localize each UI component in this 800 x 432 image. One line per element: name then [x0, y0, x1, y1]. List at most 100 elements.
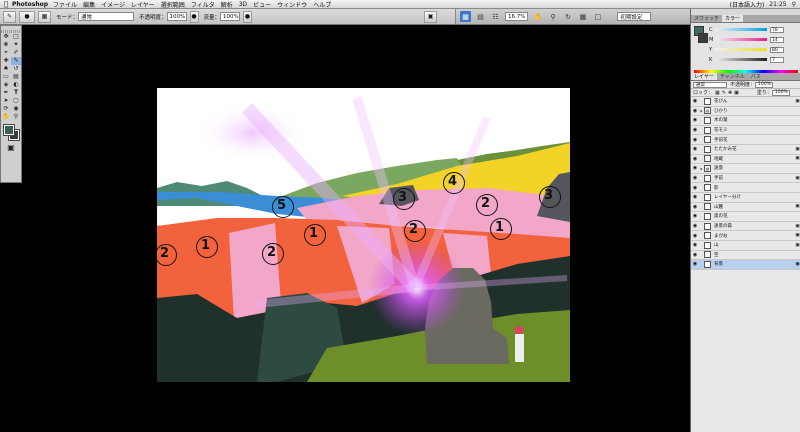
menu-view[interactable]: ビュー [253, 0, 271, 9]
visibility-eye-icon[interactable]: ◉ [691, 146, 699, 152]
shape-tool-icon[interactable]: ▢ [11, 97, 21, 105]
brush-tool-icon[interactable]: ✎ [11, 57, 21, 65]
layer-row[interactable]: ◉ たたかみ花 ▣ [691, 145, 800, 155]
view-extras-button[interactable]: ☷ [490, 11, 501, 22]
c-slider-track[interactable] [715, 28, 767, 31]
visibility-eye-icon[interactable]: ◉ [691, 194, 699, 200]
layer-row[interactable]: ◉ 花モミ [691, 126, 800, 136]
clock[interactable]: 21:25 [769, 1, 786, 8]
layer-row[interactable]: ◉ 手前花 [691, 135, 800, 145]
history-brush-tool-icon[interactable]: ↺ [11, 65, 21, 73]
visibility-eye-icon[interactable]: ◉ [691, 233, 699, 239]
color-panel-background-swatch[interactable] [698, 33, 708, 43]
lock-position-icon[interactable]: ✥ [728, 90, 732, 96]
menu-filter[interactable]: フィルタ [191, 0, 215, 9]
hand-tool-icon[interactable]: ✋ [1, 113, 11, 121]
eraser-tool-icon[interactable]: ▭ [1, 73, 11, 81]
zoom-tool-button[interactable]: ⚲ [547, 11, 558, 22]
visibility-eye-icon[interactable]: ◉ [691, 261, 699, 267]
layer-row[interactable]: ◉ ▸ ▤ 遠景 [691, 164, 800, 174]
lasso-tool-icon[interactable]: ❀ [1, 41, 11, 49]
zoom-level-field[interactable]: 16.7% [505, 12, 529, 21]
visibility-eye-icon[interactable]: ◉ [691, 175, 699, 181]
visibility-eye-icon[interactable]: ◉ [691, 117, 699, 123]
crop-tool-icon[interactable]: ⌖ [1, 49, 11, 57]
menu-image[interactable]: イメージ [101, 0, 125, 9]
visibility-eye-icon[interactable]: ◉ [691, 185, 699, 191]
color-slider-c[interactable]: C 78 [709, 26, 797, 33]
y-value[interactable]: 80 [770, 46, 784, 53]
brush-size-picker[interactable]: ● [19, 10, 35, 23]
visibility-eye-icon[interactable]: ◉ [691, 127, 699, 133]
input-method-status[interactable]: (日本語入力) [730, 0, 765, 9]
blend-mode-select[interactable]: 通常 [693, 81, 727, 88]
menu-analysis[interactable]: 解析 [221, 0, 233, 9]
tab-color[interactable]: カラー [722, 15, 744, 22]
menu-window[interactable]: ウィンドウ [277, 0, 307, 9]
brush-panel-toggle[interactable]: ▦ [38, 10, 51, 23]
mode-select[interactable]: 通常 [78, 12, 135, 21]
move-tool-icon[interactable]: ✥ [1, 33, 11, 41]
m-slider-track[interactable] [715, 38, 767, 41]
menu-edit[interactable]: 編集 [83, 0, 95, 9]
layer-row[interactable]: ◉ 山 ▣ [691, 241, 800, 251]
gradient-tool-icon[interactable]: ▤ [11, 73, 21, 81]
fill-field[interactable]: 100% [771, 89, 790, 96]
layer-row[interactable]: ◉ 手前 ▣ [691, 174, 800, 184]
visibility-eye-icon[interactable]: ◉ [691, 204, 699, 210]
blur-tool-icon[interactable]: ◈ [1, 81, 11, 89]
layer-row[interactable]: ◉ 花びん ▣ [691, 97, 800, 107]
type-tool-icon[interactable]: T [11, 89, 21, 97]
layer-row[interactable]: ◉ ▸ ▤ ひかり [691, 107, 800, 117]
layer-row[interactable]: ◉ 奥の花 [691, 212, 800, 222]
workspace-switcher[interactable]: 初期設定 [617, 12, 652, 21]
layer-row[interactable]: ◉ 遠景の森 ▣ [691, 222, 800, 232]
lock-transparency-icon[interactable]: ▦ [715, 90, 720, 96]
lock-pixels-icon[interactable]: ✎ [722, 90, 726, 96]
layer-row[interactable]: ◉ 空 [691, 251, 800, 261]
3d-rotate-tool-icon[interactable]: ⟳ [1, 105, 11, 113]
opacity-pressure-button[interactable]: ● [189, 10, 199, 23]
healing-brush-tool-icon[interactable]: ✚ [1, 57, 11, 65]
opacity-field[interactable]: 100% [166, 12, 187, 21]
menu-3d[interactable]: 3D [239, 1, 247, 8]
visibility-eye-icon[interactable]: ◉ [691, 223, 699, 229]
lock-all-icon[interactable]: ▣ [734, 90, 739, 96]
m-value[interactable]: 14 [770, 36, 784, 43]
visibility-eye-icon[interactable]: ◉ [691, 252, 699, 258]
app-menu[interactable]: Photoshop [12, 1, 48, 8]
spotlight-search-icon[interactable]: ⚲ [792, 1, 796, 8]
k-slider-track[interactable] [715, 58, 767, 61]
y-slider-track[interactable] [715, 48, 767, 51]
launch-bridge-button[interactable]: ▦ [460, 11, 471, 22]
pen-tool-icon[interactable]: ✒ [1, 89, 11, 97]
visibility-eye-icon[interactable]: ◉ [691, 98, 699, 104]
visibility-eye-icon[interactable]: ◉ [691, 108, 699, 114]
marquee-tool-icon[interactable]: □ [11, 33, 21, 41]
zoom-tool-icon[interactable]: ⚲ [11, 113, 21, 121]
visibility-eye-icon[interactable]: ◉ [691, 137, 699, 143]
menu-help[interactable]: ヘルプ [313, 0, 331, 9]
path-select-tool-icon[interactable]: ➤ [1, 97, 11, 105]
launch-mini-bridge-button[interactable]: ▤ [475, 11, 486, 22]
layer-row[interactable]: ◉ レイヤー分け [691, 193, 800, 203]
menu-select[interactable]: 選択範囲 [161, 0, 185, 9]
color-slider-y[interactable]: Y 80 [709, 46, 797, 53]
tool-preset-picker[interactable]: ✎ [3, 10, 16, 23]
menu-file[interactable]: ファイル [53, 0, 77, 9]
document-canvas[interactable]: 2 1 2 1 5 3 4 2 2 1 3 [157, 88, 570, 382]
layer-row[interactable]: ◉ 山麓 ▣ [691, 203, 800, 213]
tablet-pressure-button[interactable]: ▣ [424, 10, 438, 23]
color-slider-k[interactable]: K 7 [709, 56, 797, 63]
visibility-eye-icon[interactable]: ◉ [691, 165, 699, 171]
tab-paths[interactable]: パス [748, 73, 764, 80]
foreground-color-swatch[interactable] [3, 124, 15, 136]
dodge-tool-icon[interactable]: ◐ [11, 81, 21, 89]
eyedropper-tool-icon[interactable]: ✐ [11, 49, 21, 57]
tab-swatches[interactable]: スウォッチ [691, 15, 722, 22]
3d-camera-tool-icon[interactable]: ◉ [11, 105, 21, 113]
arrange-documents-button[interactable]: ▦ [577, 11, 588, 22]
c-value[interactable]: 78 [770, 26, 784, 33]
rotate-view-button[interactable]: ↻ [562, 11, 573, 22]
color-slider-m[interactable]: M 14 [709, 36, 797, 43]
